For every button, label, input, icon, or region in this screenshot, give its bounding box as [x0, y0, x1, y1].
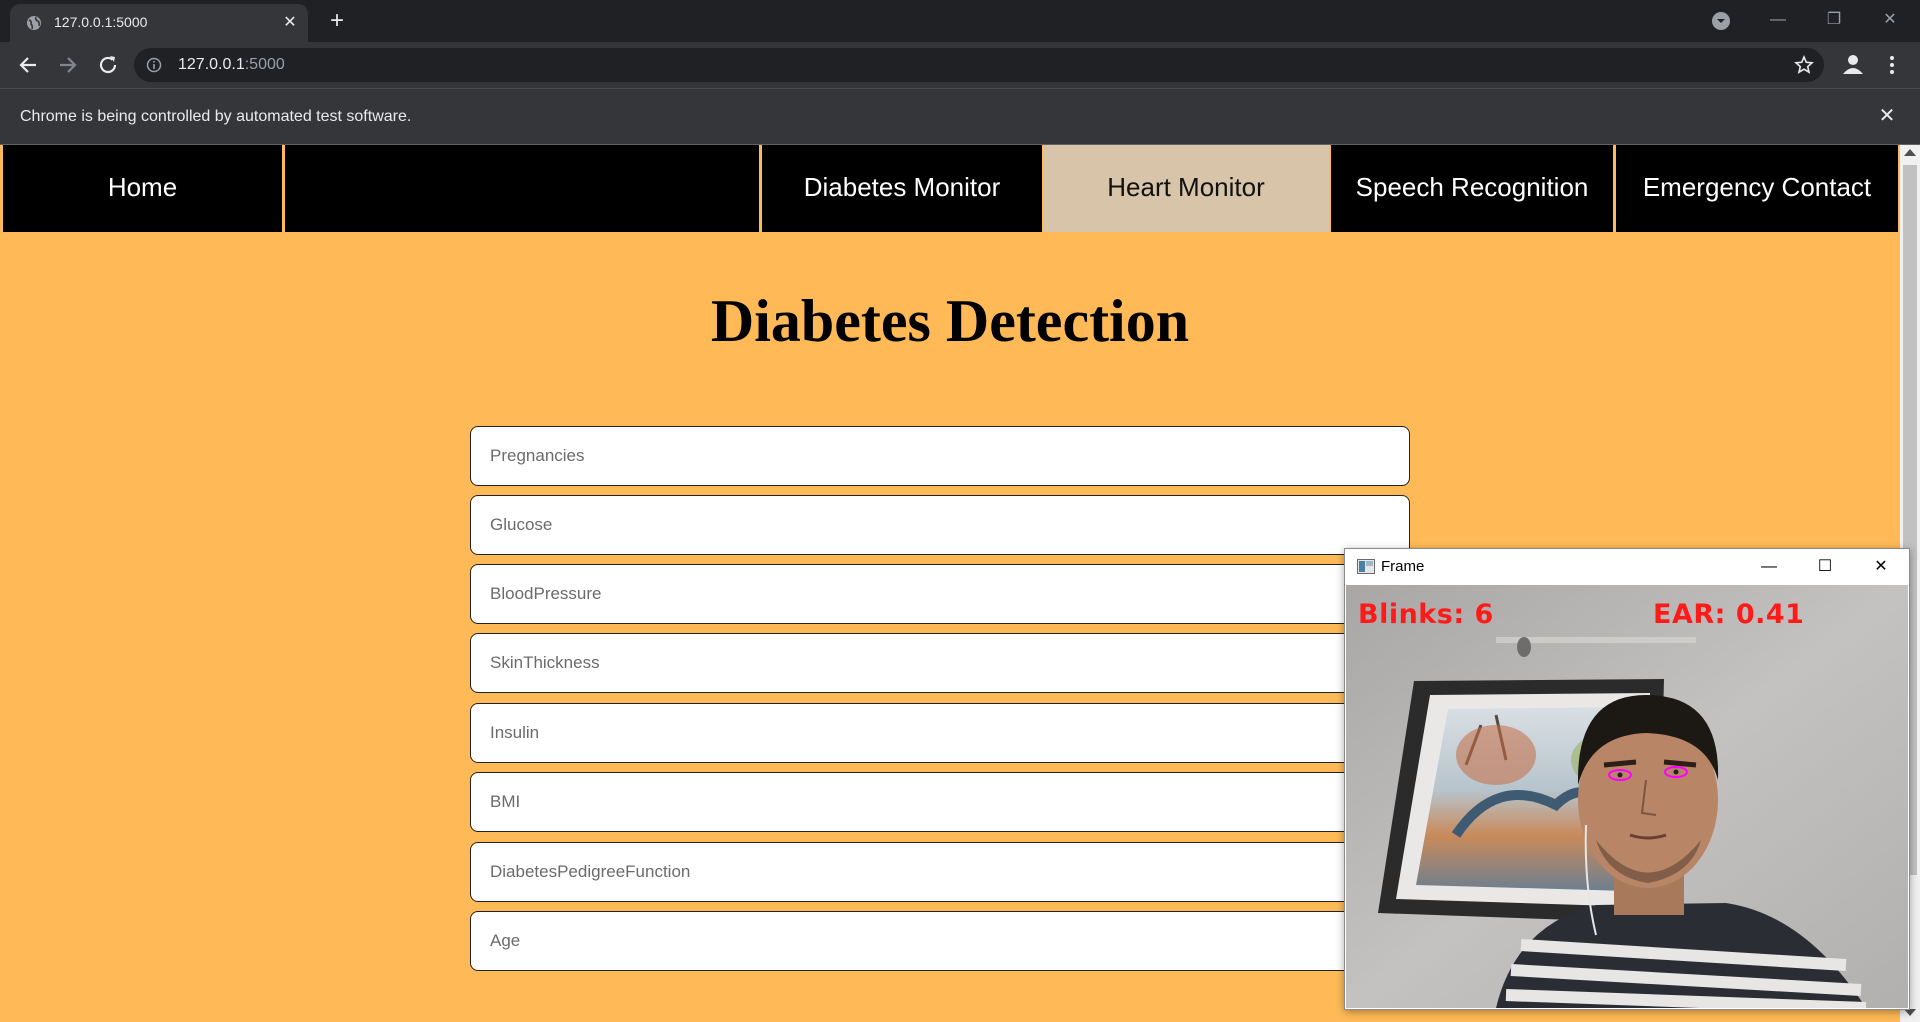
bmi-input[interactable]	[470, 772, 1410, 832]
globe-icon	[27, 16, 41, 30]
nav-blank[interactable]	[285, 145, 759, 232]
frame-close-icon[interactable]: ✕	[1853, 549, 1909, 584]
restore-icon[interactable]: ❐	[1810, 0, 1858, 40]
window-app-icon	[1357, 559, 1375, 574]
blinks-counter: Blinks: 6	[1358, 599, 1494, 630]
frame-maximize-icon[interactable]: ☐	[1797, 549, 1853, 584]
close-infobar-icon[interactable]: ✕	[1876, 105, 1898, 127]
scroll-down-icon[interactable]	[1904, 1009, 1916, 1016]
nav-speech-recognition[interactable]: Speech Recognition	[1331, 145, 1613, 232]
url-text: 127.0.0.1:5000	[178, 56, 285, 74]
browser-tab[interactable]: 127.0.0.1:5000 ✕	[10, 4, 308, 42]
nav-heart-monitor[interactable]: Heart Monitor	[1043, 145, 1329, 232]
top-navbar: Home Diabetes Monitor Heart Monitor Spee…	[0, 145, 1900, 232]
address-bar[interactable]: 127.0.0.1:5000	[134, 48, 1824, 82]
webcam-image	[1346, 585, 1908, 1008]
page-title: Diabetes Detection	[710, 288, 1190, 354]
webcam-feed: Blinks: 6 EAR: 0.41	[1346, 585, 1908, 1008]
tab-strip: 127.0.0.1:5000 ✕ + — ❐ ✕	[0, 0, 1920, 42]
minimize-icon[interactable]: —	[1754, 0, 1802, 40]
diabetes-pedigree-function-input[interactable]	[470, 842, 1410, 902]
bookmark-star-icon[interactable]	[1794, 55, 1814, 75]
blood-pressure-input[interactable]	[470, 564, 1410, 624]
close-window-icon[interactable]: ✕	[1866, 0, 1914, 40]
insulin-input[interactable]	[470, 703, 1410, 763]
frame-window[interactable]: Frame — ☐ ✕ Blinks: 6 EAR: 0.41	[1344, 548, 1910, 1010]
nav-home[interactable]: Home	[3, 145, 282, 232]
url-port: :5000	[244, 56, 285, 73]
url-host: 127.0.0.1	[178, 56, 245, 73]
close-tab-icon[interactable]: ✕	[280, 13, 300, 33]
nav-emergency-contact[interactable]: Emergency Contact	[1616, 145, 1898, 232]
forward-icon[interactable]	[54, 51, 82, 79]
ear-value: EAR: 0.41	[1653, 599, 1805, 630]
nav-diabetes-monitor[interactable]: Diabetes Monitor	[762, 145, 1042, 232]
tab-title: 127.0.0.1:5000	[54, 14, 148, 30]
kebab-menu-icon[interactable]	[1884, 51, 1900, 79]
profile-icon[interactable]	[1840, 51, 1866, 77]
frame-title: Frame	[1381, 558, 1425, 575]
reload-icon[interactable]	[94, 51, 122, 79]
glucose-input[interactable]	[470, 495, 1410, 555]
tab-search-icon[interactable]	[1710, 10, 1732, 32]
browser-toolbar: 127.0.0.1:5000	[0, 42, 1920, 88]
info-icon[interactable]	[146, 57, 162, 73]
skin-thickness-input[interactable]	[470, 633, 1410, 693]
infobar-text: Chrome is being controlled by automated …	[20, 108, 412, 125]
frame-titlebar[interactable]: Frame — ☐ ✕	[1345, 549, 1909, 584]
frame-minimize-icon[interactable]: —	[1741, 549, 1797, 584]
age-input[interactable]	[470, 911, 1410, 971]
new-tab-icon[interactable]: +	[324, 8, 350, 34]
pregnancies-input[interactable]	[470, 426, 1410, 486]
back-icon[interactable]	[14, 51, 42, 79]
scroll-up-icon[interactable]	[1904, 149, 1916, 156]
automation-infobar: Chrome is being controlled by automated …	[0, 88, 1920, 145]
